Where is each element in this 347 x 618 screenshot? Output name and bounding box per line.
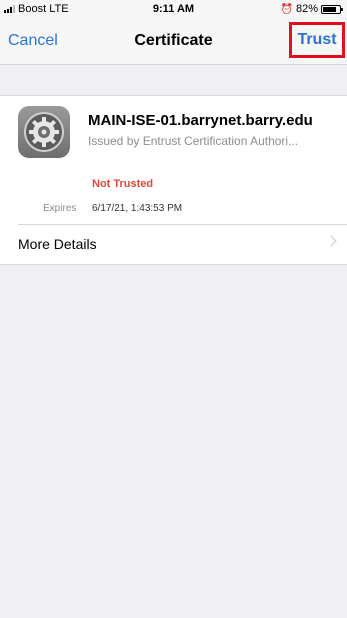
battery-icon bbox=[321, 4, 343, 14]
navigation-bar: Cancel Certificate Trust bbox=[0, 20, 347, 65]
battery-info: ⏰ 82% bbox=[280, 3, 343, 15]
battery-fill bbox=[323, 6, 337, 12]
expires-label: Expires bbox=[43, 203, 77, 214]
trust-button[interactable]: Trust bbox=[289, 22, 345, 58]
expires-value: 6/17/21, 1:43:53 PM bbox=[92, 203, 183, 214]
certificate-card: MAIN-ISE-01.barrynet.barry.edu Issued by… bbox=[0, 95, 347, 265]
trust-status: Not Trusted bbox=[92, 178, 154, 190]
gear-icon bbox=[18, 106, 70, 158]
trust-button-label: Trust bbox=[297, 31, 337, 48]
certificate-issuer: Issued by Entrust Certification Authori.… bbox=[88, 134, 299, 148]
certificate-name: MAIN-ISE-01.barrynet.barry.edu bbox=[88, 112, 313, 129]
more-details-label: More Details bbox=[18, 236, 97, 252]
alarm-icon: ⏰ bbox=[280, 3, 293, 15]
chevron-right-icon bbox=[325, 235, 337, 247]
battery-percent: 82% bbox=[295, 3, 318, 15]
more-details-row[interactable]: More Details bbox=[0, 225, 347, 263]
status-bar: Boost LTE 9:11 AM ⏰ 82% bbox=[0, 0, 347, 20]
